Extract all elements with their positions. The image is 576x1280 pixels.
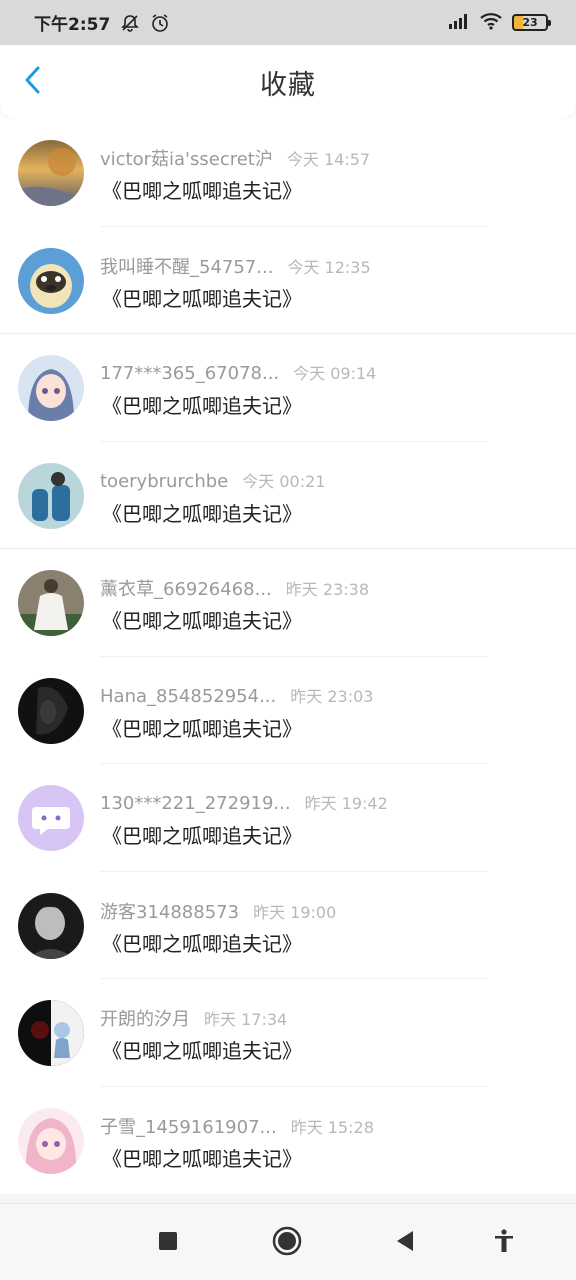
wifi-icon xyxy=(479,12,503,34)
accessibility-button[interactable] xyxy=(487,1226,521,1260)
list-item[interactable]: 薰衣草_66926468... 昨天 23:38 《巴唧之呱唧追夫记》 xyxy=(0,549,576,657)
header: 收藏 xyxy=(0,45,576,119)
user-name: 子雪_1459161907... xyxy=(100,1116,277,1138)
timestamp: 今天 14:57 xyxy=(286,150,371,169)
favorites-list: victor菇ia'ssecret沪 今天 14:57 《巴唧之呱唧追夫记》 我… xyxy=(0,119,576,1203)
timestamp: 今天 00:21 xyxy=(242,471,326,491)
item-meta: Hana_854852954... 昨天 23:03 xyxy=(100,683,373,707)
back-button[interactable] xyxy=(16,65,50,99)
accessibility-icon xyxy=(493,1229,515,1257)
user-name: 130***221_272919... xyxy=(100,793,291,814)
list-item[interactable]: 开朗的汐月 昨天 17:34 《巴唧之呱唧追夫记》 xyxy=(0,979,576,1087)
battery-icon: 23 xyxy=(512,14,551,31)
timestamp: 昨天 19:00 xyxy=(253,902,337,922)
book-title[interactable]: 《巴唧之呱唧追夫记》 xyxy=(102,820,302,849)
list-item[interactable]: 子雪_1459161907... 昨天 15:28 《巴唧之呱唧追夫记》 xyxy=(0,1086,576,1194)
status-right: 23 xyxy=(448,12,551,34)
item-meta: toerybrurchbe 今天 00:21 xyxy=(100,468,325,492)
item-meta: 我叫睡不醒_54757... 今天 12:35 xyxy=(100,253,371,279)
item-meta: 130***221_272919... 昨天 19:42 xyxy=(100,790,388,814)
book-title[interactable]: 《巴唧之呱唧追夫记》 xyxy=(102,390,302,419)
book-title[interactable]: 《巴唧之呱唧追夫记》 xyxy=(102,928,302,957)
recent-apps-button[interactable] xyxy=(151,1226,185,1260)
list-item[interactable]: toerybrurchbe 今天 00:21 《巴唧之呱唧追夫记》 xyxy=(0,441,576,549)
user-name: victor菇ia'ssecret沪 xyxy=(100,149,273,170)
list-item[interactable]: 130***221_272919... 昨天 19:42 《巴唧之呱唧追夫记》 xyxy=(0,764,576,872)
home-button[interactable] xyxy=(270,1226,304,1260)
timestamp: 昨天 15:28 xyxy=(290,1117,374,1137)
list-item[interactable]: 我叫睡不醒_54757... 今天 12:35 《巴唧之呱唧追夫记》 xyxy=(0,226,576,334)
battery-level: 23 xyxy=(522,16,538,29)
list-item[interactable]: 游客314888573 昨天 19:00 《巴唧之呱唧追夫记》 xyxy=(0,871,576,979)
page-title: 收藏 xyxy=(260,69,316,101)
user-name: 我叫睡不醒_54757... xyxy=(100,256,274,278)
avatar[interactable] xyxy=(18,355,84,421)
user-name: 177***365_67078... xyxy=(100,363,280,384)
user-name: 开朗的汐月 xyxy=(100,1009,190,1030)
timestamp: 昨天 19:42 xyxy=(304,794,388,813)
user-name: Hana_854852954... xyxy=(100,685,277,707)
signal-icon xyxy=(448,13,470,33)
item-meta: victor菇ia'ssecret沪 今天 14:57 xyxy=(100,145,370,171)
status-time: 下午2:57 xyxy=(34,15,111,35)
avatar[interactable] xyxy=(18,140,84,206)
recent-apps-icon xyxy=(158,1231,178,1255)
avatar[interactable] xyxy=(18,570,84,636)
avatar[interactable] xyxy=(18,1107,84,1174)
user-name: toerybrurchbe xyxy=(100,470,229,492)
user-name: 游客314888573 xyxy=(100,901,240,923)
item-meta: 薰衣草_66926468... 昨天 23:38 xyxy=(100,575,369,601)
item-meta: 开朗的汐月 昨天 17:34 xyxy=(100,1005,287,1031)
avatar[interactable] xyxy=(18,892,84,959)
book-title[interactable]: 《巴唧之呱唧追夫记》 xyxy=(102,175,302,204)
timestamp: 今天 12:35 xyxy=(287,257,371,277)
timestamp: 今天 09:14 xyxy=(293,364,377,383)
avatar[interactable] xyxy=(18,677,84,744)
chevron-left-icon xyxy=(23,65,43,99)
back-nav-button[interactable] xyxy=(388,1226,422,1260)
mute-icon xyxy=(120,13,140,33)
avatar[interactable] xyxy=(18,1000,84,1066)
timestamp: 昨天 23:38 xyxy=(285,580,369,599)
book-title[interactable]: 《巴唧之呱唧追夫记》 xyxy=(102,498,302,527)
avatar[interactable] xyxy=(18,785,84,851)
list-item[interactable]: 177***365_67078... 今天 09:14 《巴唧之呱唧追夫记》 xyxy=(0,334,576,442)
item-meta: 177***365_67078... 今天 09:14 xyxy=(100,360,376,384)
avatar[interactable] xyxy=(18,247,84,314)
book-title[interactable]: 《巴唧之呱唧追夫记》 xyxy=(102,1143,302,1172)
navigation-bar xyxy=(0,1203,576,1280)
status-left: 下午2:57 xyxy=(34,10,170,35)
book-title[interactable]: 《巴唧之呱唧追夫记》 xyxy=(102,1035,302,1064)
book-title[interactable]: 《巴唧之呱唧追夫记》 xyxy=(102,713,302,742)
status-bar: 下午2:57 23 xyxy=(0,0,576,45)
book-title[interactable]: 《巴唧之呱唧追夫记》 xyxy=(102,605,302,634)
timestamp: 昨天 23:03 xyxy=(290,686,374,706)
list-item[interactable]: Hana_854852954... 昨天 23:03 《巴唧之呱唧追夫记》 xyxy=(0,656,576,764)
item-meta: 游客314888573 昨天 19:00 xyxy=(100,898,336,924)
list-item[interactable]: victor菇ia'ssecret沪 今天 14:57 《巴唧之呱唧追夫记》 xyxy=(0,119,576,227)
back-triangle-icon xyxy=(395,1230,415,1256)
avatar[interactable] xyxy=(18,462,84,529)
item-meta: 子雪_1459161907... 昨天 15:28 xyxy=(100,1113,374,1139)
home-icon xyxy=(272,1226,302,1260)
alarm-icon xyxy=(150,13,170,33)
timestamp: 昨天 17:34 xyxy=(204,1010,288,1029)
user-name: 薰衣草_66926468... xyxy=(100,579,272,600)
book-title[interactable]: 《巴唧之呱唧追夫记》 xyxy=(102,283,302,312)
